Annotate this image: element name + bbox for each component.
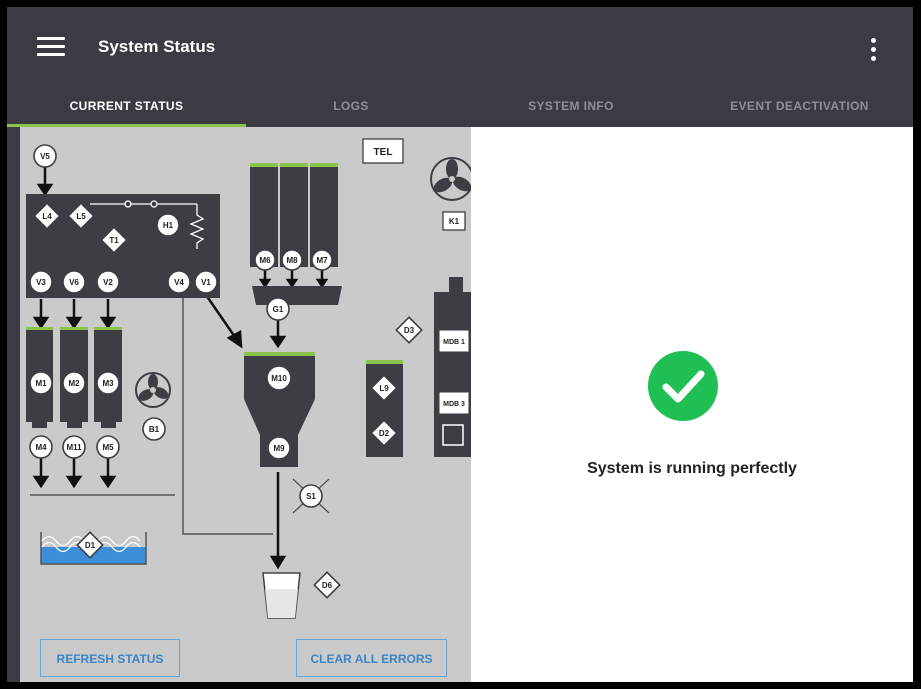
refresh-status-button[interactable]: REFRESH STATUS xyxy=(40,639,180,677)
status-panel: System is running perfectly xyxy=(471,127,913,682)
node-S1[interactable]: S1 xyxy=(299,484,323,508)
page-title: System Status xyxy=(98,37,216,56)
svg-text:L5: L5 xyxy=(76,212,86,221)
label-tel: TEL xyxy=(374,147,393,158)
node-H1[interactable]: H1 xyxy=(156,213,180,237)
svg-text:M1: M1 xyxy=(35,379,47,388)
node-V1[interactable]: V1 xyxy=(194,270,218,294)
water-block xyxy=(26,194,220,298)
clear-all-errors-button[interactable]: CLEAR ALL ERRORS xyxy=(296,639,447,677)
svg-text:D2: D2 xyxy=(379,429,390,438)
node-D6[interactable]: D6 xyxy=(313,571,341,599)
tab-event-deactivation[interactable]: EVENT DEACTIVATION xyxy=(686,87,913,127)
node-D3[interactable]: D3 xyxy=(395,316,423,344)
cup-icon xyxy=(262,572,301,619)
node-M7[interactable]: M7 xyxy=(311,249,333,271)
hamburger-menu-icon[interactable] xyxy=(33,31,69,61)
tab-current-status[interactable]: CURRENT STATUS xyxy=(7,87,246,127)
svg-text:L4: L4 xyxy=(42,212,52,221)
svg-text:M8: M8 xyxy=(286,256,298,265)
node-M2[interactable]: M2 xyxy=(62,371,86,395)
node-V5[interactable]: V5 xyxy=(33,144,57,168)
canister-level xyxy=(366,360,403,364)
app-window: System Status CURRENT STATUS LOGS SYSTEM… xyxy=(7,7,913,682)
node-M5[interactable]: M5 xyxy=(96,435,120,459)
more-vertical-icon[interactable] xyxy=(863,33,883,67)
svg-text:V1: V1 xyxy=(201,278,211,287)
node-B1[interactable]: B1 xyxy=(142,417,166,441)
svg-text:V3: V3 xyxy=(36,278,46,287)
node-V2[interactable]: V2 xyxy=(96,270,120,294)
svg-text:V5: V5 xyxy=(40,152,50,161)
svg-text:M7: M7 xyxy=(316,256,328,265)
svg-text:V4: V4 xyxy=(174,278,184,287)
tab-bar: CURRENT STATUS LOGS SYSTEM INFO EVENT DE… xyxy=(7,87,913,127)
check-circle-icon xyxy=(648,351,718,421)
fan-icon xyxy=(430,157,474,201)
label-mdb1: MDB 1 xyxy=(443,339,465,346)
svg-text:M4: M4 xyxy=(35,443,47,452)
node-M9[interactable]: M9 xyxy=(267,436,291,460)
svg-text:G1: G1 xyxy=(273,305,284,314)
tab-logs[interactable]: LOGS xyxy=(246,87,456,127)
node-M6[interactable]: M6 xyxy=(254,249,276,271)
svg-text:M3: M3 xyxy=(102,379,114,388)
node-M10[interactable]: M10 xyxy=(266,365,292,391)
svg-text:D1: D1 xyxy=(85,541,96,550)
svg-text:L9: L9 xyxy=(379,384,389,393)
svg-text:M9: M9 xyxy=(273,444,285,453)
svg-text:S1: S1 xyxy=(306,492,316,501)
node-M8[interactable]: M8 xyxy=(281,249,303,271)
node-M11[interactable]: M11 xyxy=(62,435,86,459)
mdb-tower xyxy=(434,277,471,457)
status-message: System is running perfectly xyxy=(587,460,797,477)
svg-text:M11: M11 xyxy=(66,443,82,452)
node-M4[interactable]: M4 xyxy=(29,435,53,459)
svg-text:H1: H1 xyxy=(163,221,174,230)
svg-text:V2: V2 xyxy=(103,278,113,287)
svg-text:M6: M6 xyxy=(259,256,271,265)
svg-text:D6: D6 xyxy=(322,581,333,590)
system-diagram: V5 H1 V3 V6 V2 V4 V1 M1 M2 M3 M4 M11 M5 … xyxy=(20,127,474,682)
svg-text:M10: M10 xyxy=(271,374,287,383)
node-G1[interactable]: G1 xyxy=(266,297,290,321)
node-V6[interactable]: V6 xyxy=(62,270,86,294)
node-V3[interactable]: V3 xyxy=(29,270,53,294)
app-bar: System Status xyxy=(7,7,913,87)
node-M3[interactable]: M3 xyxy=(96,371,120,395)
svg-text:D3: D3 xyxy=(404,326,415,335)
svg-text:V6: V6 xyxy=(69,278,79,287)
label-k1: K1 xyxy=(449,217,460,226)
label-mdb3: MDB 3 xyxy=(443,401,465,408)
node-M1[interactable]: M1 xyxy=(29,371,53,395)
svg-text:M5: M5 xyxy=(102,443,114,452)
machine-schematic: V5 H1 V3 V6 V2 V4 V1 M1 M2 M3 M4 M11 M5 … xyxy=(26,138,474,619)
node-V4[interactable]: V4 xyxy=(167,270,191,294)
svg-text:T1: T1 xyxy=(109,236,119,245)
svg-text:B1: B1 xyxy=(149,425,160,434)
svg-text:M2: M2 xyxy=(68,379,80,388)
tab-system-info[interactable]: SYSTEM INFO xyxy=(456,87,686,127)
fan-icon xyxy=(135,372,171,408)
